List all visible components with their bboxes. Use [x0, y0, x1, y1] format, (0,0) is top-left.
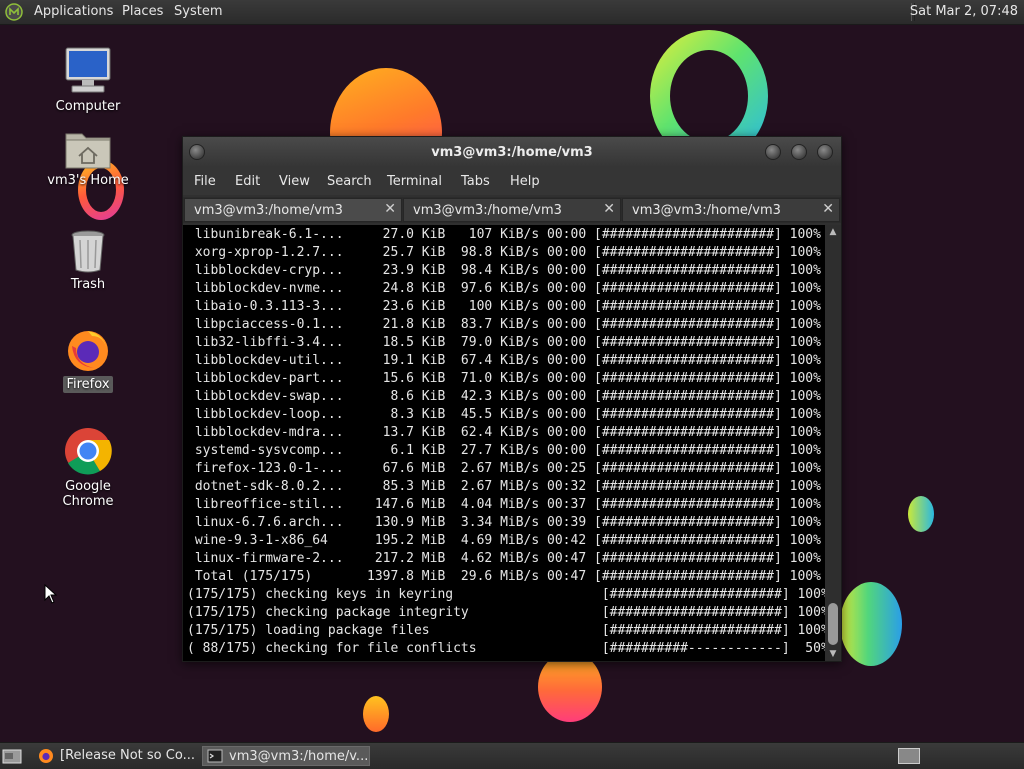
scroll-up-icon[interactable]: ▲	[828, 227, 838, 237]
taskbar-item-firefox[interactable]: [Release Not so Co...	[34, 746, 196, 766]
menu-edit[interactable]: Edit	[235, 174, 260, 189]
desktop-icon-trash[interactable]: Trash	[38, 228, 138, 293]
tab-3[interactable]: vm3@vm3:/home/vm3 ✕	[622, 198, 840, 222]
terminal-line: (175/175) checking keys in keyring [####…	[187, 587, 825, 602]
terminal-line: libblockdev-loop... 8.3 KiB 45.5 KiB/s 0…	[187, 407, 821, 422]
terminal-line: libpciaccess-0.1... 21.8 KiB 83.7 KiB/s …	[187, 317, 821, 332]
tab-close-icon[interactable]: ✕	[822, 201, 834, 217]
window-title: vm3@vm3:/home/vm3	[431, 145, 593, 160]
terminal-line: libblockdev-swap... 8.6 KiB 42.3 KiB/s 0…	[187, 389, 821, 404]
wallpaper-teal-blob	[840, 582, 902, 666]
tab-label: vm3@vm3:/home/vm3	[413, 203, 562, 218]
applications-menu[interactable]: Applications	[34, 4, 113, 20]
menu-terminal[interactable]: Terminal	[387, 174, 442, 189]
terminal-line: libblockdev-nvme... 24.8 KiB 97.6 KiB/s …	[187, 281, 821, 296]
terminal-line: (175/175) checking package integrity [##…	[187, 605, 825, 620]
mate-logo-icon[interactable]	[5, 3, 23, 21]
terminal-icon	[207, 749, 223, 763]
terminal-line: xorg-xprop-1.2.7... 25.7 KiB 98.8 KiB/s …	[187, 245, 821, 260]
workspace-switcher[interactable]	[898, 748, 920, 764]
bottom-panel: [Release Not so Co... vm3@vm3:/home/v...	[0, 742, 1024, 769]
terminal-output[interactable]: libunibreak-6.1-... 27.0 KiB 107 KiB/s 0…	[183, 225, 825, 661]
desktop-icon-label: Google Chrome	[62, 479, 114, 509]
chrome-icon	[65, 428, 112, 475]
wallpaper-bottom-blob	[538, 652, 602, 722]
top-panel: Applications Places System Sat Mar 2, 07…	[0, 0, 1024, 25]
tab-close-icon[interactable]: ✕	[384, 201, 396, 217]
terminal-line: libblockdev-util... 19.1 KiB 67.4 KiB/s …	[187, 353, 821, 368]
desktop-icon-label: Trash	[70, 277, 106, 292]
maximize-button[interactable]	[791, 144, 807, 160]
tab-bar: vm3@vm3:/home/vm3 ✕ vm3@vm3:/home/vm3 ✕ …	[183, 197, 841, 223]
menu-view[interactable]: View	[279, 174, 310, 189]
terminal-line: dotnet-sdk-8.0.2... 85.3 MiB 2.67 MiB/s …	[187, 479, 821, 494]
terminal-line: ( 88/175) checking for file conflicts [#…	[187, 641, 825, 656]
terminal-line: Total (175/175) 1397.8 MiB 29.6 MiB/s 00…	[187, 569, 821, 584]
terminal-line: systemd-sysvcomp... 6.1 KiB 27.7 KiB/s 0…	[187, 443, 821, 458]
system-menu[interactable]: System	[174, 4, 222, 20]
menu-search[interactable]: Search	[327, 174, 372, 189]
close-button[interactable]	[817, 144, 833, 160]
tab-label: vm3@vm3:/home/vm3	[194, 203, 343, 218]
wallpaper-teal-small-blob	[908, 496, 934, 532]
scroll-down-icon[interactable]: ▼	[828, 649, 838, 659]
menu-file[interactable]: File	[194, 174, 216, 189]
trash-icon	[71, 230, 105, 273]
tab-1[interactable]: vm3@vm3:/home/vm3 ✕	[184, 198, 402, 222]
wallpaper-small-blob	[363, 696, 389, 732]
terminal-line: libblockdev-cryp... 23.9 KiB 98.4 KiB/s …	[187, 263, 821, 278]
taskbar-item-terminal[interactable]: vm3@vm3:/home/v...	[202, 746, 370, 766]
terminal-line: libaio-0.3.113-3... 23.6 KiB 100 KiB/s 0…	[187, 299, 821, 314]
terminal-line: libblockdev-mdra... 13.7 KiB 62.4 KiB/s …	[187, 425, 821, 440]
taskbar-item-label: vm3@vm3:/home/v...	[229, 749, 369, 764]
terminal-line: firefox-123.0-1-... 67.6 MiB 2.67 MiB/s …	[187, 461, 821, 476]
desktop-icon-computer[interactable]: Computer	[38, 46, 138, 115]
tab-2[interactable]: vm3@vm3:/home/vm3 ✕	[403, 198, 621, 222]
tab-label: vm3@vm3:/home/vm3	[632, 203, 781, 218]
clock[interactable]: Sat Mar 2, 07:48	[910, 4, 1018, 20]
menu-tabs[interactable]: Tabs	[461, 174, 490, 189]
terminal-line: libblockdev-part... 15.6 KiB 71.0 KiB/s …	[187, 371, 821, 386]
places-menu[interactable]: Places	[122, 4, 163, 20]
terminal-window: vm3@vm3:/home/vm3 File Edit View Search …	[182, 136, 842, 662]
desktop-icon-label: vm3's Home	[47, 173, 129, 188]
desktop-icon-home[interactable]: vm3's Home	[38, 128, 138, 189]
window-titlebar[interactable]: vm3@vm3:/home/vm3	[183, 137, 841, 167]
terminal-line: libunibreak-6.1-... 27.0 KiB 107 KiB/s 0…	[187, 227, 821, 242]
home-folder-icon	[65, 133, 111, 169]
terminal-scrollbar[interactable]: ▲ ▼	[825, 225, 841, 661]
tab-close-icon[interactable]: ✕	[603, 201, 615, 217]
taskbar-item-label: [Release Not so Co...	[60, 748, 195, 763]
firefox-icon	[39, 749, 53, 763]
terminal-line: libreoffice-stil... 147.6 MiB 4.04 MiB/s…	[187, 497, 821, 512]
desktop-icon-firefox[interactable]: Firefox	[38, 326, 138, 393]
computer-icon	[65, 47, 111, 93]
terminal-line: (175/175) loading package files [#######…	[187, 623, 825, 638]
terminal-line: wine-9.3-1-x86_64 195.2 MiB 4.69 MiB/s 0…	[187, 533, 821, 548]
mouse-cursor-icon	[44, 584, 58, 604]
desktop-icon-label: Firefox	[63, 376, 113, 393]
menu-help[interactable]: Help	[510, 174, 540, 189]
show-desktop-icon[interactable]	[2, 747, 22, 765]
menubar: File Edit View Search Terminal Tabs Help	[183, 167, 841, 195]
terminal-line: lib32-libffi-3.4... 18.5 KiB 79.0 KiB/s …	[187, 335, 821, 350]
desktop-icon-label: Computer	[55, 99, 121, 114]
minimize-button[interactable]	[765, 144, 781, 160]
terminal-line: linux-firmware-2... 217.2 MiB 4.62 MiB/s…	[187, 551, 821, 566]
desktop-icon-chrome[interactable]: Google Chrome	[38, 426, 138, 510]
scrollbar-thumb[interactable]	[828, 603, 838, 645]
terminal-line: linux-6.7.6.arch... 130.9 MiB 3.34 MiB/s…	[187, 515, 821, 530]
firefox-icon	[68, 331, 108, 371]
